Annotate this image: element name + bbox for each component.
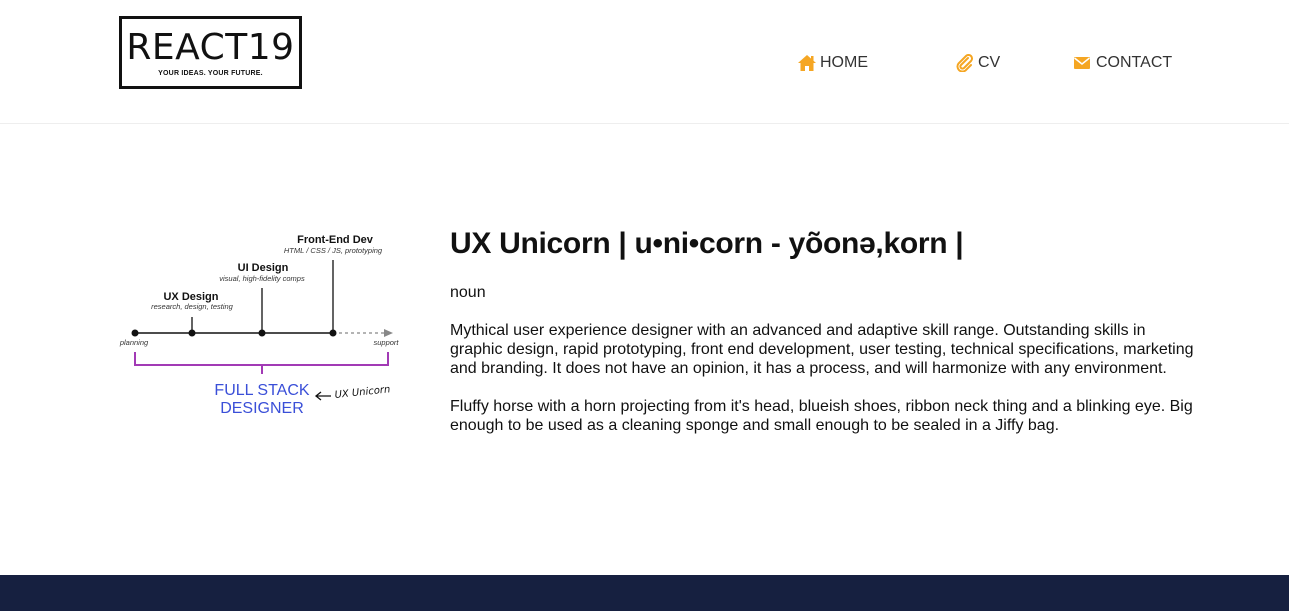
stage-3-title: Front-End Dev xyxy=(297,234,374,246)
page-title: UX Unicorn | u•ni•corn - yõonə,korn | xyxy=(450,227,964,260)
description-paragraph-1: Mythical user experience designer with a… xyxy=(450,322,1194,377)
stage-3-subtitle: HTML / CSS / JS, prototyping xyxy=(284,246,383,255)
envelope-icon xyxy=(1073,54,1093,72)
logo-tagline: YOUR IDEAS. YOUR FUTURE. xyxy=(158,70,263,77)
site-header: REACT19 YOUR IDEAS. YOUR FUTURE. HOME CV… xyxy=(0,0,1289,124)
site-footer xyxy=(0,575,1289,611)
nav-home-link[interactable]: HOME xyxy=(797,52,868,74)
main-content: UX Unicorn | u•ni•corn - yõonə,korn | no… xyxy=(450,226,1210,435)
nav-contact-link[interactable]: CONTACT xyxy=(1073,52,1172,74)
site-logo[interactable]: REACT19 YOUR IDEAS. YOUR FUTURE. xyxy=(119,16,302,89)
paperclip-icon xyxy=(955,53,975,73)
pointer-label: UX Unicorn xyxy=(334,384,391,401)
logo-title: REACT19 xyxy=(126,27,295,68)
nav-contact-label: CONTACT xyxy=(1096,54,1173,71)
bracket-line-2: DESIGNER xyxy=(220,400,304,417)
nav-cv-label: CV xyxy=(978,54,1001,71)
nav-cv-link[interactable]: CV xyxy=(955,52,1000,74)
home-icon xyxy=(797,54,817,72)
stage-2-title: UI Design xyxy=(238,262,289,274)
part-of-speech: noun xyxy=(450,284,486,301)
start-label: planning xyxy=(119,338,149,347)
full-stack-designer-diagram: UX Design research, design, testing UI D… xyxy=(118,228,408,420)
bracket-line-1: FULL STACK xyxy=(214,382,309,399)
description-paragraph-2: Fluffy horse with a horn projecting from… xyxy=(450,398,1193,434)
stage-2-subtitle: visual, high-fidelity comps xyxy=(219,274,305,283)
end-label: support xyxy=(373,338,399,347)
stage-1-subtitle: research, design, testing xyxy=(151,302,234,311)
nav-home-label: HOME xyxy=(820,54,868,71)
